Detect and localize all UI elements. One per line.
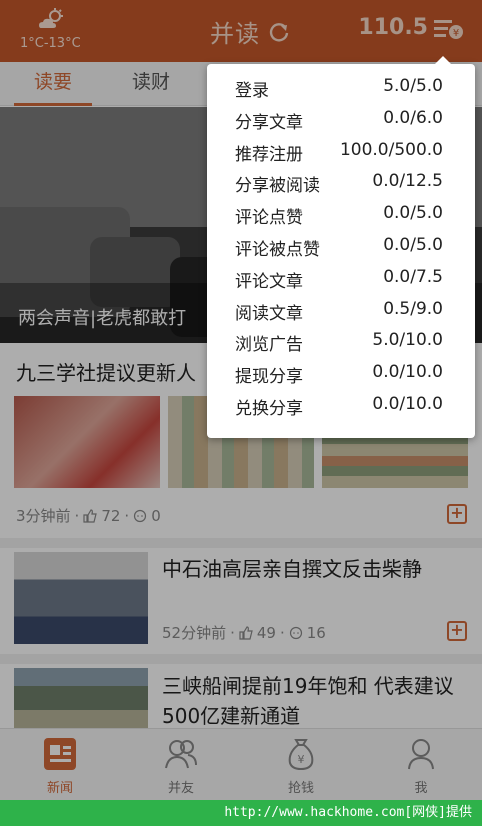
popup-row-label: 阅读文章 (235, 303, 303, 324)
popup-row: 推荐注册 100.0/500.0 (207, 140, 475, 172)
watermark-banner: http://www.hackhome.com[网侠]提供 (0, 800, 482, 826)
popup-row: 浏览广告 5.0/10.0 (207, 330, 475, 362)
popup-row-label: 评论文章 (235, 271, 303, 292)
popup-row: 分享文章 0.0/6.0 (207, 108, 475, 140)
popup-row-value: 0.0/5.0 (383, 234, 443, 255)
popup-row-label: 评论被点赞 (235, 239, 320, 260)
popup-row-value: 0.0/10.0 (372, 393, 443, 414)
popup-row-value: 0.0/7.5 (383, 266, 443, 287)
popup-row-label: 提现分享 (235, 367, 303, 388)
popup-row: 兑换分享 0.0/10.0 (207, 394, 475, 426)
popup-row: 提现分享 0.0/10.0 (207, 362, 475, 394)
popup-row-value: 5.0/10.0 (372, 330, 443, 351)
popup-row-label: 评论点赞 (235, 208, 303, 229)
popup-row-value: 0.0/5.0 (383, 203, 443, 224)
popup-row: 阅读文章 0.5/9.0 (207, 299, 475, 331)
popup-row-label: 分享文章 (235, 112, 303, 133)
popup-row-label: 兑换分享 (235, 398, 303, 419)
popup-row: 评论被点赞 0.0/5.0 (207, 235, 475, 267)
popup-row-label: 推荐注册 (235, 144, 303, 165)
popup-row-value: 0.0/6.0 (383, 107, 443, 128)
popup-row-value: 5.0/5.0 (383, 76, 443, 96)
popup-row-value: 0.5/9.0 (383, 298, 443, 319)
popup-row-label: 登录 (235, 81, 269, 101)
popup-row-label: 浏览广告 (235, 335, 303, 356)
popup-row-value: 0.0/10.0 (372, 362, 443, 383)
popup-row: 评论点赞 0.0/5.0 (207, 203, 475, 235)
popup-row: 分享被阅读 0.0/12.5 (207, 171, 475, 203)
popup-row-label: 分享被阅读 (235, 176, 320, 197)
popup-row-value: 0.0/12.5 (372, 171, 443, 192)
score-breakdown-popup: 登录 5.0/5.0 分享文章 0.0/6.0 推荐注册 100.0/500.0… (207, 56, 475, 438)
popup-row: 登录 5.0/5.0 (207, 76, 475, 108)
popup-row: 评论文章 0.0/7.5 (207, 267, 475, 299)
app-screen: 1°C-13°C 并读 110.5 ¥ 读要 读财 两会声音|老虎都敢打 九三学… (0, 0, 482, 826)
popup-row-value: 100.0/500.0 (339, 139, 443, 160)
